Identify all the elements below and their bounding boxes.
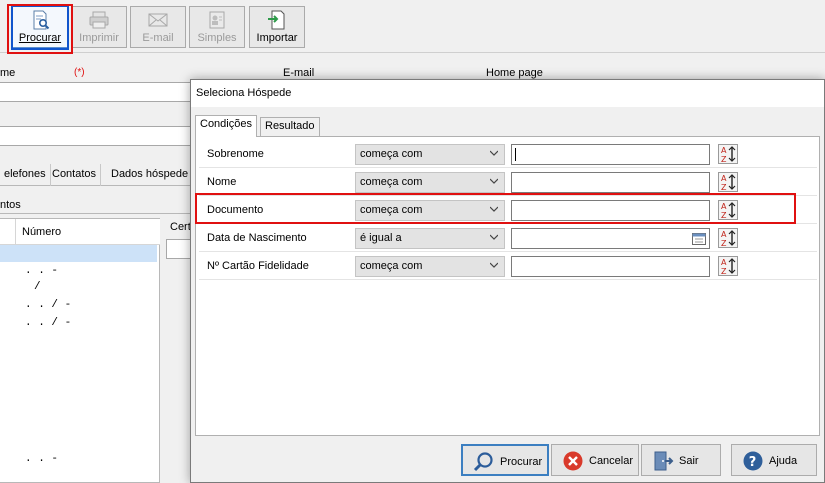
subtab-divider	[0, 213, 190, 214]
conditions-panel: Sobrenome começa com A Z Nome começa com	[195, 136, 820, 436]
main-toolbar: Procurar Imprimir E-mail Simples Importa…	[0, 0, 825, 54]
print-toolbar-label: Imprimir	[79, 32, 119, 44]
contact-card-icon	[209, 11, 225, 29]
exit-button[interactable]: Sair	[641, 444, 721, 476]
grid-cell: /	[34, 281, 41, 293]
document-row-red-highlight	[195, 193, 796, 224]
import-toolbar-button[interactable]: Importar	[249, 6, 305, 48]
condition-label: Nº Cartão Fidelidade	[207, 260, 309, 272]
operator-value: começa com	[360, 176, 423, 188]
operator-value: começa com	[360, 148, 423, 160]
condition-label: Nome	[207, 176, 237, 188]
background-tab-strip: elefones Contatos Dados hóspede	[0, 164, 195, 186]
sort-az-icon[interactable]: A Z	[718, 144, 738, 164]
grid-cell: . . / -	[25, 317, 72, 329]
grid-header-separator	[15, 219, 16, 245]
homepage-field-label: Home page	[486, 67, 543, 79]
required-mark: (*)	[74, 67, 85, 78]
dialog-footer: Procurar Cancelar Sair ? Ajuda	[191, 440, 824, 483]
condition-row-loyalty-card: Nº Cartão Fidelidade começa com A Z	[199, 252, 817, 280]
background-grid: Número . . - / . . / - . . / - . . -	[0, 218, 160, 483]
svg-text:A: A	[721, 258, 727, 267]
chevron-down-icon	[490, 262, 498, 268]
svg-text:?: ?	[749, 455, 757, 470]
help-button[interactable]: ? Ajuda	[731, 444, 817, 476]
chevron-down-icon	[490, 178, 498, 184]
condition-row-name: Nome começa com A Z	[199, 168, 817, 196]
name-field-label: me	[0, 67, 16, 79]
svg-text:Z: Z	[721, 155, 727, 164]
printer-icon	[89, 11, 109, 29]
value-input[interactable]	[511, 256, 710, 277]
grid-header-number: Número	[22, 226, 62, 238]
search-button[interactable]: Procurar	[461, 444, 549, 476]
grid-header: Número	[0, 219, 160, 245]
condition-row-birthdate: Data de Nascimento é igual a A Z	[199, 224, 817, 252]
grid-selected-row[interactable]	[0, 245, 157, 262]
condition-label: Sobrenome	[207, 148, 264, 160]
text-caret	[515, 148, 516, 161]
dialog-title: Seleciona Hóspede	[191, 80, 824, 107]
svg-text:Z: Z	[721, 239, 727, 248]
envelope-icon	[148, 13, 168, 27]
email-field-label: E-mail	[283, 67, 315, 79]
value-input[interactable]	[511, 144, 710, 165]
condition-row-surname: Sobrenome começa com A Z	[199, 140, 817, 168]
chevron-down-icon	[490, 150, 498, 156]
operator-value: é igual a	[360, 232, 402, 244]
condition-label: Data de Nascimento	[207, 232, 307, 244]
simple-toolbar-button[interactable]: Simples	[189, 6, 245, 48]
import-toolbar-label: Importar	[256, 32, 298, 44]
simple-toolbar-label: Simples	[197, 32, 237, 44]
magnifier-icon	[473, 452, 493, 472]
operator-select[interactable]: começa com	[355, 172, 505, 193]
operator-select[interactable]: começa com	[355, 256, 505, 277]
value-input[interactable]	[511, 172, 710, 193]
sort-az-icon[interactable]: A Z	[718, 256, 738, 276]
svg-text:Z: Z	[721, 267, 727, 276]
tab-conditions[interactable]: Condições	[195, 115, 257, 137]
sort-az-icon[interactable]: A Z	[718, 172, 738, 192]
grid-cell: . . -	[25, 453, 59, 465]
svg-text:A: A	[721, 174, 727, 183]
cancel-icon	[563, 451, 583, 471]
svg-text:A: A	[721, 146, 727, 155]
chevron-down-icon	[490, 234, 498, 240]
tab-phones[interactable]: elefones	[0, 164, 51, 186]
side-input[interactable]	[166, 239, 192, 259]
print-toolbar-button[interactable]: Imprimir	[71, 6, 127, 48]
exit-door-icon	[654, 451, 674, 471]
help-button-label: Ajuda	[769, 455, 798, 467]
name-input[interactable]	[0, 82, 192, 102]
select-guest-dialog: Seleciona Hóspede Condições Resultado So…	[190, 79, 825, 483]
side-label: Cert	[170, 221, 191, 233]
email-toolbar-label: E-mail	[142, 32, 174, 44]
svg-text:Z: Z	[721, 183, 727, 192]
import-document-icon	[268, 10, 285, 30]
tab-guest-data[interactable]: Dados hóspede	[107, 164, 194, 186]
grid-cell: . . / -	[25, 299, 72, 311]
calendar-icon[interactable]	[692, 232, 706, 245]
search-button-red-highlight	[7, 4, 73, 54]
search-button-label: Procurar	[500, 456, 543, 468]
exit-button-label: Sair	[679, 455, 699, 467]
operator-select[interactable]: é igual a	[355, 228, 505, 249]
tab-contacts[interactable]: Contatos	[48, 164, 102, 186]
operator-select[interactable]: começa com	[355, 144, 505, 165]
email-toolbar-button[interactable]: E-mail	[130, 6, 186, 48]
help-icon: ?	[743, 451, 763, 471]
svg-text:A: A	[721, 230, 727, 239]
tab-results[interactable]: Resultado	[260, 117, 320, 136]
secondary-input[interactable]	[0, 126, 192, 146]
date-input[interactable]	[511, 228, 710, 249]
cancel-button-label: Cancelar	[589, 455, 634, 467]
sort-az-icon[interactable]: A Z	[718, 228, 738, 248]
operator-value: começa com	[360, 260, 423, 272]
cancel-button[interactable]: Cancelar	[551, 444, 639, 476]
subtab-label[interactable]: ntos	[0, 199, 21, 211]
grid-cell: . . -	[25, 265, 59, 277]
